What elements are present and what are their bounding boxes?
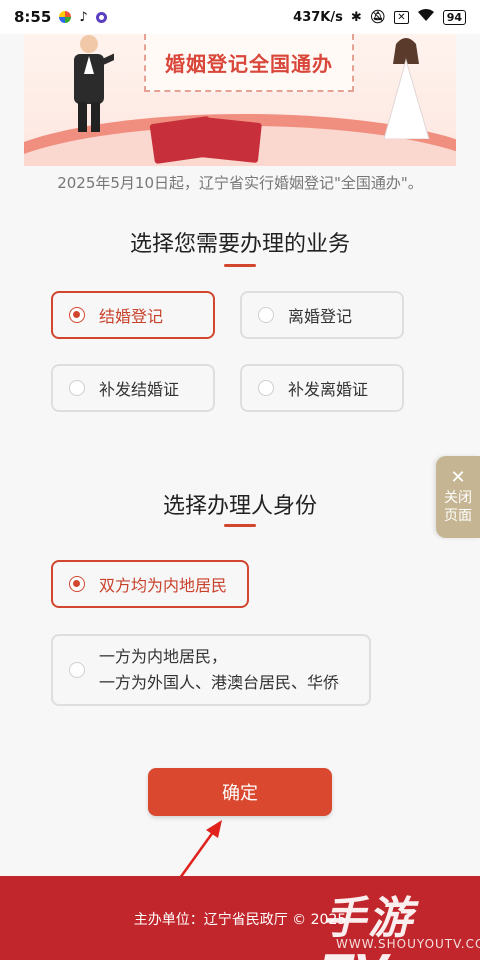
bride-illustration	[383, 38, 430, 139]
radio-button[interactable]	[258, 307, 274, 323]
app-circle-icon	[95, 11, 107, 23]
identity-section-title: 选择办理人身份	[162, 494, 317, 519]
status-bar: 8:55 ♪ 437K/s ✱ 🔕︎ ✕ 94	[0, 0, 480, 34]
notification-icons: ♪	[59, 9, 107, 25]
status-time: 8:55	[14, 8, 52, 26]
footer: 主办单位：辽宁省民政厅 © 2025 手游TV WWW.SHOUYOUTV.CO…	[0, 876, 480, 960]
option-marriage-registration[interactable]: 结婚登记	[51, 291, 215, 339]
option-label: 双方均为内地居民	[99, 576, 228, 595]
tiktok-icon: ♪	[79, 9, 88, 25]
option-label: 离婚登记	[288, 307, 353, 326]
certificate-illustration	[198, 116, 262, 164]
radio-button[interactable]	[69, 662, 85, 678]
option-both-mainland-residents[interactable]: 双方均为内地居民	[51, 560, 249, 608]
option-reissue-divorce-certificate[interactable]: 补发离婚证	[240, 364, 404, 412]
radio-button-checked[interactable]	[69, 576, 85, 592]
annotation-arrow	[178, 820, 222, 879]
section-underline	[224, 264, 256, 267]
option-label-line2: 一方为外国人、港澳台居民、华侨	[99, 673, 340, 692]
mute-bell-icon: 🔕︎	[369, 9, 387, 25]
radio-button[interactable]	[258, 380, 274, 396]
option-label: 结婚登记	[99, 307, 164, 326]
groom-illustration	[74, 35, 114, 132]
option-label: 一方为内地居民， 一方为外国人、港澳台居民、华侨	[99, 644, 339, 696]
section-underline	[224, 524, 256, 527]
option-label-line1: 一方为内地居民，	[99, 647, 228, 666]
business-section-title: 选择您需要办理的业务	[129, 232, 350, 257]
notice-text: 2025年5月10日起，辽宁省实行婚姻登记"全国通办"。	[57, 174, 423, 192]
radio-button[interactable]	[69, 380, 85, 396]
watermark-url: WWW.SHOUYOUTV.COM	[336, 937, 480, 951]
radio-button-checked[interactable]	[69, 307, 85, 323]
option-label: 补发结婚证	[99, 380, 180, 399]
wifi-icon	[417, 8, 435, 26]
network-speed: 437K/s	[293, 9, 343, 25]
battery-icon: 94	[442, 9, 466, 25]
sim-off-icon: ✕	[394, 10, 409, 24]
option-divorce-registration[interactable]: 离婚登记	[240, 291, 404, 339]
banner-title: 婚姻登记全国通办	[144, 34, 354, 92]
bluetooth-icon: ✱	[350, 9, 362, 25]
confirm-button[interactable]: 确定	[148, 768, 332, 816]
close-icon: ✕	[450, 467, 466, 488]
option-label: 补发离婚证	[288, 380, 369, 399]
app-notification-icon	[59, 11, 72, 23]
option-reissue-marriage-certificate[interactable]: 补发结婚证	[51, 364, 215, 412]
option-one-mainland-one-foreign[interactable]: 一方为内地居民， 一方为外国人、港澳台居民、华侨	[51, 634, 371, 706]
status-right: 437K/s ✱ 🔕︎ ✕ 94	[293, 8, 466, 26]
banner-image: 婚姻登记全国通办	[24, 34, 456, 166]
